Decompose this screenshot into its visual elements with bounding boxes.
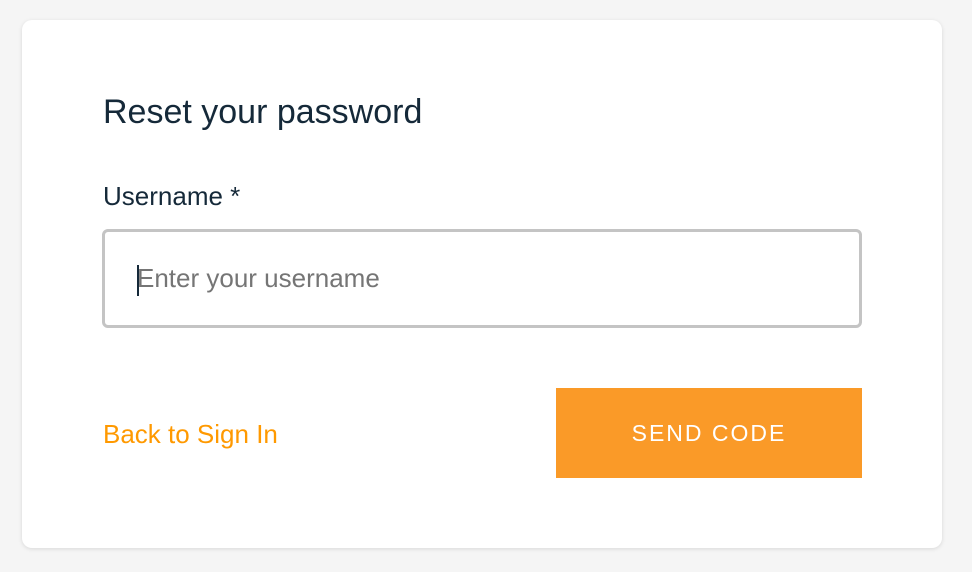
username-label: Username * bbox=[103, 181, 241, 211]
send-code-button[interactable]: SEND CODE bbox=[556, 388, 862, 478]
text-caret bbox=[137, 265, 139, 296]
page-title: Reset your password bbox=[103, 93, 423, 131]
reset-password-card: Reset your password Username * Back to S… bbox=[22, 20, 942, 548]
username-input[interactable] bbox=[105, 232, 859, 325]
username-field-container bbox=[102, 229, 862, 328]
back-to-sign-in-link[interactable]: Back to Sign In bbox=[103, 418, 278, 450]
